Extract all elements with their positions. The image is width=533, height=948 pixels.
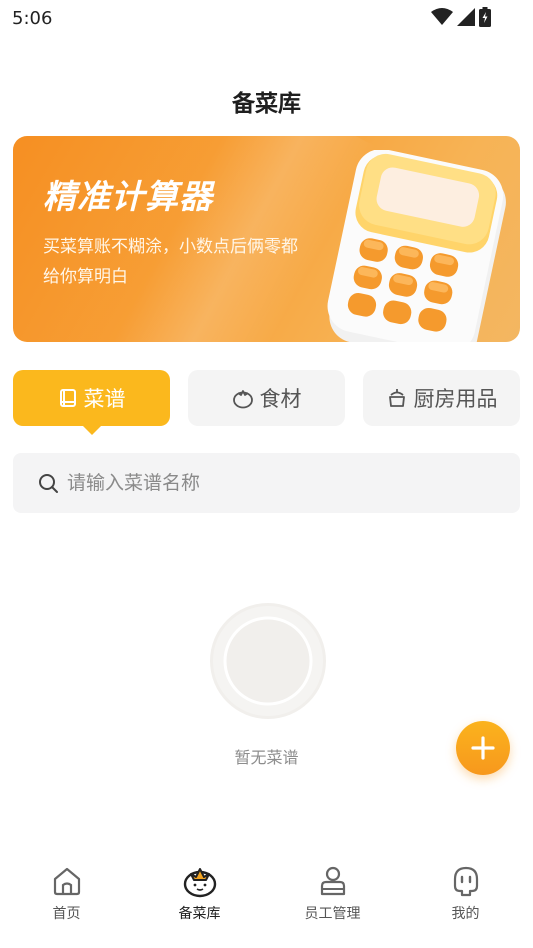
battery-icon <box>479 7 491 27</box>
nav-label-prep-library: 备菜库 <box>178 906 221 922</box>
search-bar[interactable] <box>13 453 520 513</box>
home-icon <box>53 867 80 896</box>
book-icon <box>59 389 76 407</box>
tomato-icon <box>183 868 216 898</box>
nav-label-staff: 员工管理 <box>304 906 361 922</box>
status-time: 5:06 <box>12 8 53 29</box>
tab-ingredients[interactable]: 食材 <box>188 370 345 426</box>
wifi-icon <box>431 8 453 25</box>
nav-item-prep-library[interactable]: 备菜库 <box>133 864 266 923</box>
status-icons <box>431 7 491 27</box>
tab-recipes[interactable]: 菜谱 <box>13 370 170 435</box>
add-recipe-button[interactable] <box>456 721 510 775</box>
tab-recipes-label: 菜谱 <box>83 387 126 411</box>
employee-icon <box>320 866 345 896</box>
banner-title: 精准计算器 <box>43 177 213 216</box>
tab-ingredients-label: 食材 <box>259 387 302 411</box>
banner-subtitle: 买菜算账不糊涂，小数点后俩零都给你算明白 <box>43 237 298 287</box>
nav-item-profile[interactable]: 我的 <box>399 864 532 923</box>
profile-icon <box>453 866 478 897</box>
nav-item-home[interactable]: 首页 <box>0 864 133 923</box>
bottom-nav: 首页 备菜库 员工管理 我的 <box>0 852 533 948</box>
nav-label-profile: 我的 <box>451 906 480 922</box>
nav-item-staff[interactable]: 员工管理 <box>266 864 399 923</box>
search-input[interactable] <box>67 472 467 494</box>
cellular-signal-icon <box>457 8 475 26</box>
plus-icon <box>471 736 495 760</box>
nav-label-home: 首页 <box>52 906 81 922</box>
search-icon <box>39 474 58 493</box>
page-title: 备菜库 <box>232 91 301 117</box>
empty-plate-icon <box>210 603 326 719</box>
status-bar: 5:06 <box>0 0 533 36</box>
calculator-icon <box>327 150 506 342</box>
tab-kitchenware-label: 厨房用品 <box>413 387 498 411</box>
tomato-icon <box>232 390 253 409</box>
active-tab-pointer <box>83 426 101 435</box>
pot-icon <box>388 389 405 407</box>
calculator-banner[interactable]: 精准计算器 买菜算账不糊涂，小数点后俩零都给你算明白 <box>13 136 520 342</box>
empty-state-text: 暂无菜谱 <box>234 748 299 767</box>
category-tabs: 菜谱 食材 厨房用品 <box>13 370 520 435</box>
tab-kitchenware[interactable]: 厨房用品 <box>363 370 520 426</box>
